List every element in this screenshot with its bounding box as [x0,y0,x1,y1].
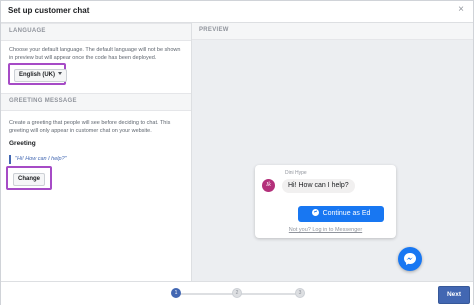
language-heading: LANGUAGE [9,28,46,34]
change-highlight: Change [6,166,52,190]
greeting-value: "Hi! How can I help?" [9,155,67,164]
preview-section-header: PREVIEW [192,23,473,40]
next-button[interactable]: Next [438,286,470,304]
close-icon[interactable]: × [455,4,467,16]
preview-heading: PREVIEW [199,27,229,33]
language-highlight: English (UK) [8,63,67,85]
sender-name: Dini Hype [285,170,307,176]
dialog-header: Set up customer chat × [1,1,473,23]
dialog-title: Set up customer chat [8,6,90,15]
greeting-bubble: Hi! How can I help? [282,179,355,193]
login-messenger-link[interactable]: Not you? Log in to Messenger [255,227,396,233]
greeting-section-header: GREETING MESSAGE [1,93,191,111]
step-1[interactable]: 1 [171,288,181,298]
language-dropdown[interactable]: English (UK) [14,69,67,82]
messenger-icon [404,253,416,265]
step-3[interactable]: 3 [295,288,305,298]
messenger-fab-button[interactable] [398,247,422,271]
step-indicator: 1 2 3 [171,288,306,300]
language-selected: English (UK) [19,72,55,78]
change-button[interactable]: Change [13,173,45,186]
greeting-label: Greeting [9,140,36,147]
greeting-heading: GREETING MESSAGE [9,98,77,104]
dialog-footer: 1 2 3 Next [1,281,473,306]
avatar: Ik [262,179,275,192]
caret-down-icon [58,72,62,75]
language-section-header: LANGUAGE [1,23,191,41]
chat-preview-card: Dini Hype Ik Hi! How can I help? Continu… [255,165,396,238]
preview-panel: PREVIEW Dini Hype Ik Hi! How can I help?… [192,23,473,281]
continue-as-button[interactable]: Continue as Ed [298,206,384,222]
settings-panel: LANGUAGE Choose your default language. T… [1,23,192,281]
language-description: Choose your default language. The defaul… [9,47,181,61]
greeting-description: Create a greeting that people will see b… [9,120,171,134]
customer-chat-dialog: Set up customer chat × LANGUAGE Choose y… [0,0,474,306]
step-2[interactable]: 2 [232,288,242,298]
messenger-icon [311,209,319,216]
continue-label: Continue as Ed [322,210,371,217]
